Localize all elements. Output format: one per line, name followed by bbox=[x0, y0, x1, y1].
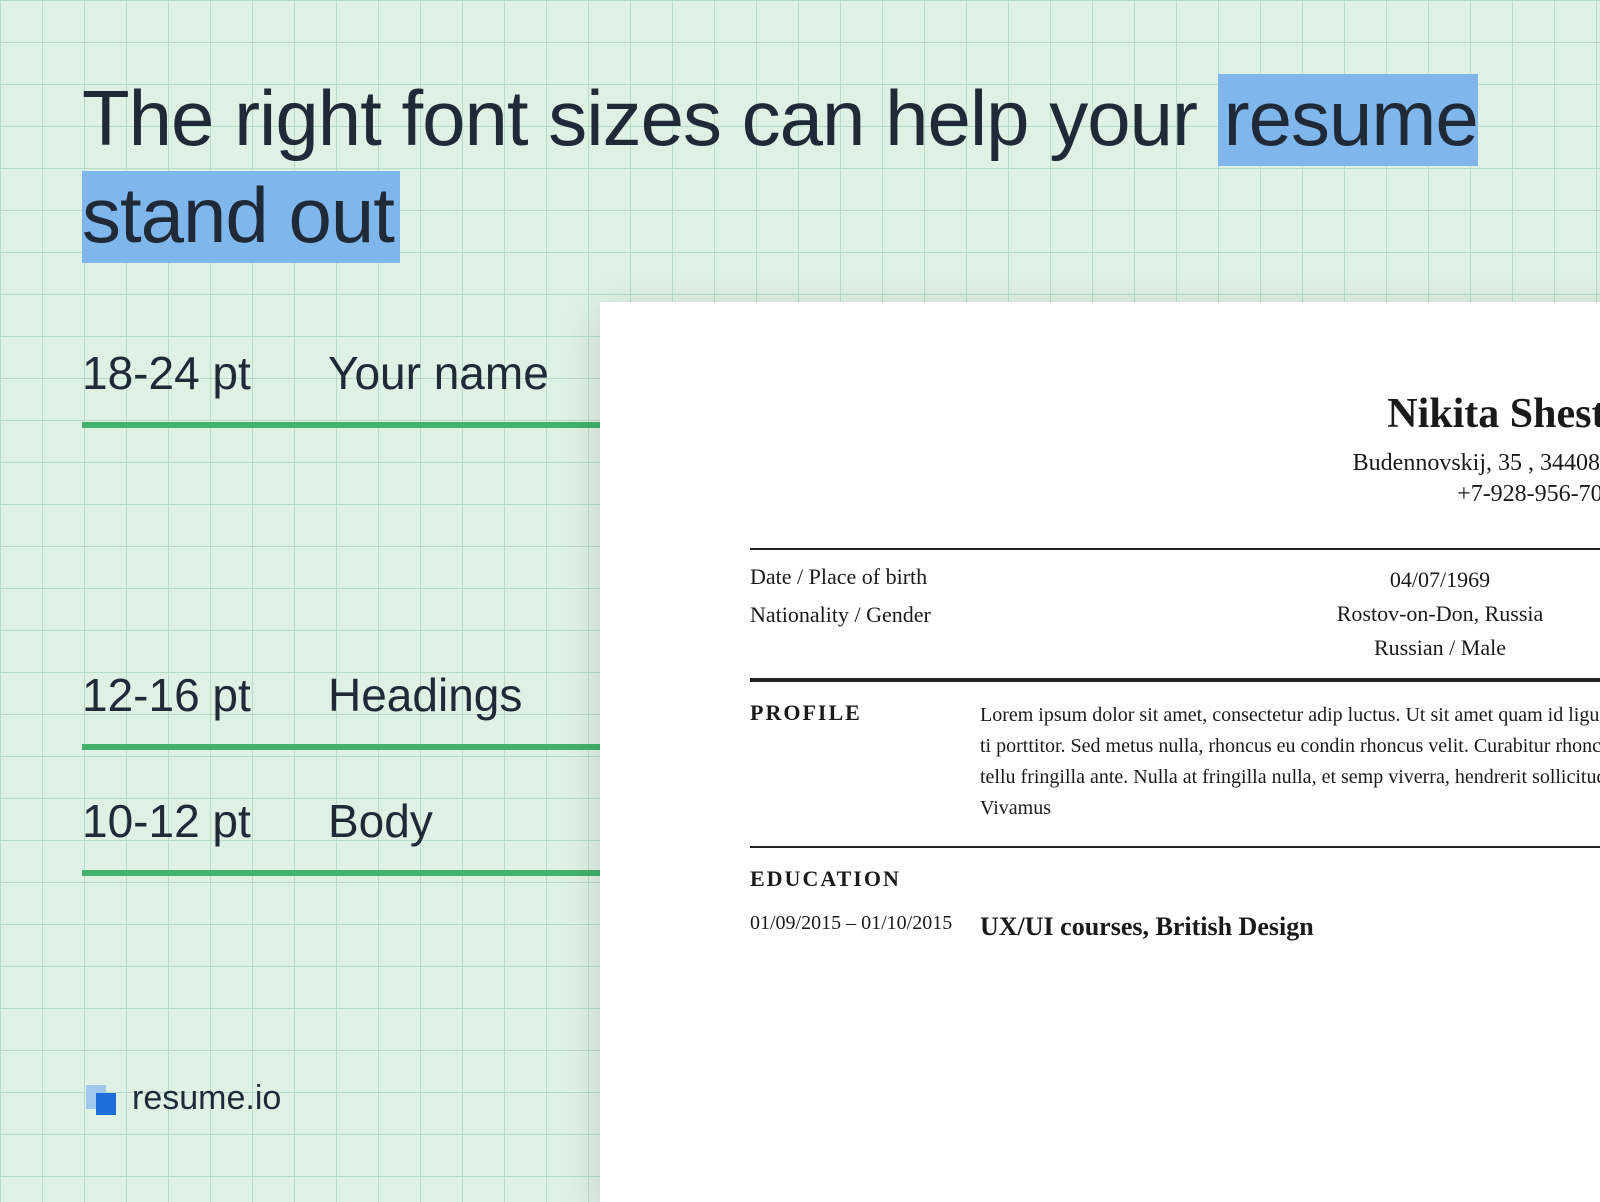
resume-birth-label: Date / Place of birth bbox=[750, 564, 1020, 590]
resume-profile-heading: PROFILE bbox=[750, 700, 980, 824]
resume-education-dates: 01/09/2015 – 01/10/2015 bbox=[750, 912, 980, 942]
headline-prefix: The right font sizes can help your bbox=[82, 74, 1218, 162]
font-size-row-name: 18-24 pt Your name bbox=[82, 346, 549, 400]
logo: resume.io bbox=[82, 1079, 281, 1118]
resume-nationality-value: Russian / Male bbox=[1374, 635, 1506, 660]
font-size-range-name: 18-24 pt bbox=[82, 346, 328, 400]
resume-education-section: EDUCATION 01/09/2015 – 01/10/2015 UX/UI … bbox=[750, 846, 1600, 942]
logo-text: resume.io bbox=[132, 1079, 281, 1118]
resume-education-title: UX/UI courses, British Design bbox=[980, 912, 1600, 942]
resume-nationality-label: Nationality / Gender bbox=[750, 602, 1020, 628]
resume-preview: Nikita Shestakov, Budennovskij, 35 , 344… bbox=[600, 302, 1600, 1202]
resume-education-heading: EDUCATION bbox=[750, 866, 980, 892]
font-size-label-headings: Headings bbox=[328, 668, 522, 722]
headline-title: The right font sizes can help your resum… bbox=[82, 70, 1600, 263]
font-size-label-body: Body bbox=[328, 794, 433, 848]
font-size-range-headings: 12-16 pt bbox=[82, 668, 328, 722]
resume-contact: +7-928-956-70-24 – shes bbox=[750, 481, 1600, 508]
logo-icon bbox=[82, 1081, 118, 1117]
font-size-row-headings: 12-16 pt Headings bbox=[82, 668, 522, 722]
resume-profile-text: Lorem ipsum dolor sit amet, consectetur … bbox=[980, 700, 1600, 824]
resume-birth-place: Rostov-on-Don, Russia bbox=[1337, 601, 1544, 626]
font-size-range-body: 10-12 pt bbox=[82, 794, 328, 848]
resume-address: Budennovskij, 35 , 344082, Rostov- bbox=[750, 450, 1600, 477]
resume-name: Nikita Shestakov, bbox=[750, 390, 1600, 438]
resume-birth-date: 04/07/1969 bbox=[1390, 567, 1490, 592]
font-size-label-name: Your name bbox=[328, 346, 549, 400]
font-size-row-body: 10-12 pt Body bbox=[82, 794, 433, 848]
resume-profile-section: PROFILE Lorem ipsum dolor sit amet, cons… bbox=[750, 680, 1600, 846]
resume-birth-section: Date / Place of birth 04/07/1969 Rostov-… bbox=[750, 548, 1600, 680]
